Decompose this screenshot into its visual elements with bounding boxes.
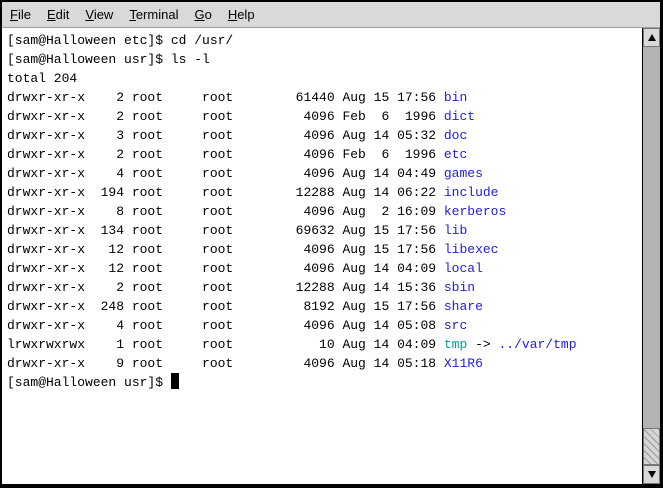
terminal-line: [sam@Halloween etc]$ cd /usr/ [7, 31, 642, 50]
terminal-screen[interactable]: [sam@Halloween etc]$ cd /usr/[sam@Hallow… [2, 28, 642, 484]
scroll-down-button[interactable] [643, 465, 660, 484]
directory-name: include [444, 185, 499, 200]
terminal-line: drwxr-xr-x 8 root root 4096 Aug 2 16:09 … [7, 202, 642, 221]
terminal-line: drwxr-xr-x 2 root root 12288 Aug 14 15:3… [7, 278, 642, 297]
terminal-line: drwxr-xr-x 2 root root 4096 Feb 6 1996 e… [7, 145, 642, 164]
terminal-line: drwxr-xr-x 2 root root 4096 Feb 6 1996 d… [7, 107, 642, 126]
arrow-down-icon [648, 471, 656, 478]
menu-edit[interactable]: Edit [39, 2, 77, 27]
menu-terminal[interactable]: Terminal [121, 2, 186, 27]
directory-name: share [444, 299, 483, 314]
terminal-line: drwxr-xr-x 134 root root 69632 Aug 15 17… [7, 221, 642, 240]
terminal-line: drwxr-xr-x 12 root root 4096 Aug 15 17:5… [7, 240, 642, 259]
directory-name: lib [444, 223, 467, 238]
terminal-cursor [171, 373, 179, 389]
scrollbar-thumb[interactable] [643, 428, 660, 465]
symlink-name: tmp [444, 337, 467, 352]
directory-name: doc [444, 128, 467, 143]
terminal-line: drwxr-xr-x 194 root root 12288 Aug 14 06… [7, 183, 642, 202]
terminal-line: drwxr-xr-x 2 root root 61440 Aug 15 17:5… [7, 88, 642, 107]
terminal-line: drwxr-xr-x 4 root root 4096 Aug 14 05:08… [7, 316, 642, 335]
scrollbar-track[interactable] [643, 47, 660, 465]
directory-name: libexec [444, 242, 499, 257]
directory-name: local [444, 261, 483, 276]
terminal-window: FileEditViewTerminalGoHelp [sam@Hallowee… [0, 0, 663, 488]
directory-name: sbin [444, 280, 475, 295]
terminal-main-area: [sam@Halloween etc]$ cd /usr/[sam@Hallow… [2, 28, 660, 484]
terminal-line: drwxr-xr-x 3 root root 4096 Aug 14 05:32… [7, 126, 642, 145]
directory-name: X11R6 [444, 356, 483, 371]
directory-name: src [444, 318, 467, 333]
arrow-up-icon [648, 34, 656, 41]
terminal-line: drwxr-xr-x 9 root root 4096 Aug 14 05:18… [7, 354, 642, 373]
directory-name: games [444, 166, 483, 181]
menu-view[interactable]: View [77, 2, 121, 27]
directory-name: bin [444, 90, 467, 105]
symlink-target: ../var/tmp [499, 337, 577, 352]
terminal-line: drwxr-xr-x 4 root root 4096 Aug 14 04:49… [7, 164, 642, 183]
menu-file[interactable]: File [2, 2, 39, 27]
menu-bar: FileEditViewTerminalGoHelp [2, 2, 660, 28]
directory-name: kerberos [444, 204, 506, 219]
terminal-line: total 204 [7, 69, 642, 88]
terminal-line: [sam@Halloween usr]$ ls -l [7, 50, 642, 69]
directory-name: dict [444, 109, 475, 124]
directory-name: etc [444, 147, 467, 162]
scrollbar [642, 28, 660, 484]
terminal-line: [sam@Halloween usr]$ [7, 373, 642, 392]
terminal-line: lrwxrwxrwx 1 root root 10 Aug 14 04:09 t… [7, 335, 642, 354]
terminal-line: drwxr-xr-x 12 root root 4096 Aug 14 04:0… [7, 259, 642, 278]
scroll-up-button[interactable] [643, 28, 660, 47]
terminal-line: drwxr-xr-x 248 root root 8192 Aug 15 17:… [7, 297, 642, 316]
menu-help[interactable]: Help [220, 2, 263, 27]
menu-go[interactable]: Go [186, 2, 219, 27]
